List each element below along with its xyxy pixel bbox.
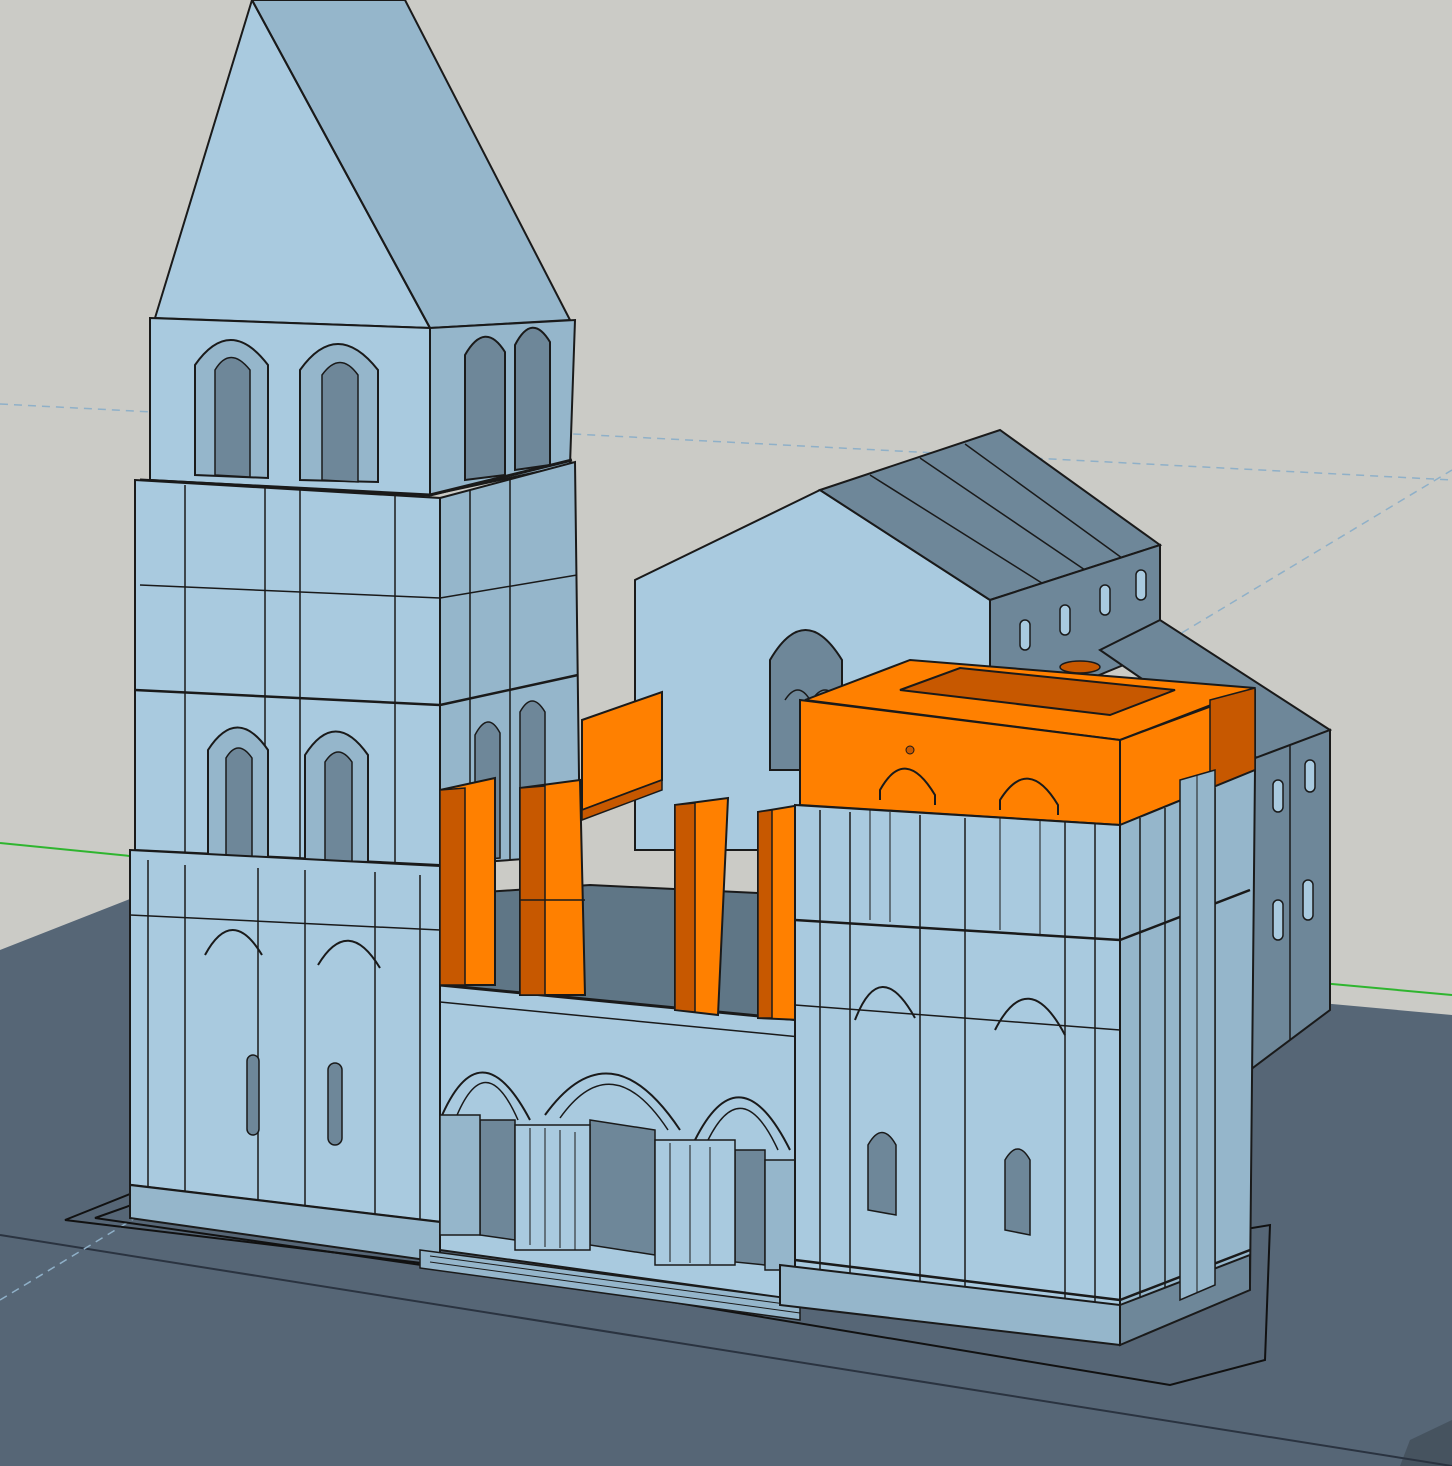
model-scene[interactable] [0, 0, 1452, 1466]
aisle-window [1302, 879, 1314, 921]
tower-lancet [246, 1054, 260, 1136]
belfry-arch-inner [214, 356, 251, 478]
nave-side-window [1135, 569, 1147, 601]
belfry-arch-side [514, 326, 551, 472]
tower-window-inner [225, 747, 253, 858]
nave-side-window [1019, 619, 1031, 651]
right-arched-opening [1004, 1148, 1031, 1236]
portal-opening [734, 1149, 766, 1266]
aisle-window [1272, 779, 1284, 813]
selected-pillar-3-shade [674, 802, 696, 1013]
belfry-arch-inner [321, 361, 359, 483]
right-tower-block[interactable] [779, 658, 1257, 1347]
belfry-front [149, 316, 431, 497]
right-arched-opening [867, 1131, 897, 1216]
aisle-window [1272, 899, 1284, 941]
belfry-arch-side [464, 335, 506, 482]
portal-column-cluster [654, 1139, 736, 1266]
portal-column-cluster [439, 1114, 481, 1236]
nave-side-window [1099, 584, 1111, 616]
portal-column-cluster [764, 1159, 796, 1271]
portal-opening [589, 1119, 656, 1256]
3d-viewport[interactable] [0, 0, 1452, 1466]
selected-pillar-1-shade [439, 787, 466, 986]
tower-lancet [327, 1062, 343, 1146]
aisle-window [1304, 759, 1316, 793]
tower-window-inner [324, 751, 353, 863]
nave-side-window [1059, 604, 1071, 636]
portal-opening [479, 1119, 516, 1241]
selected-pillar-4-shade [757, 809, 773, 1019]
portal-column-cluster [514, 1124, 591, 1251]
band-ornament [905, 745, 915, 755]
right-tower-front [794, 803, 1121, 1342]
selected-pillar-2-shade [519, 785, 546, 996]
stair-opening [1059, 660, 1101, 674]
